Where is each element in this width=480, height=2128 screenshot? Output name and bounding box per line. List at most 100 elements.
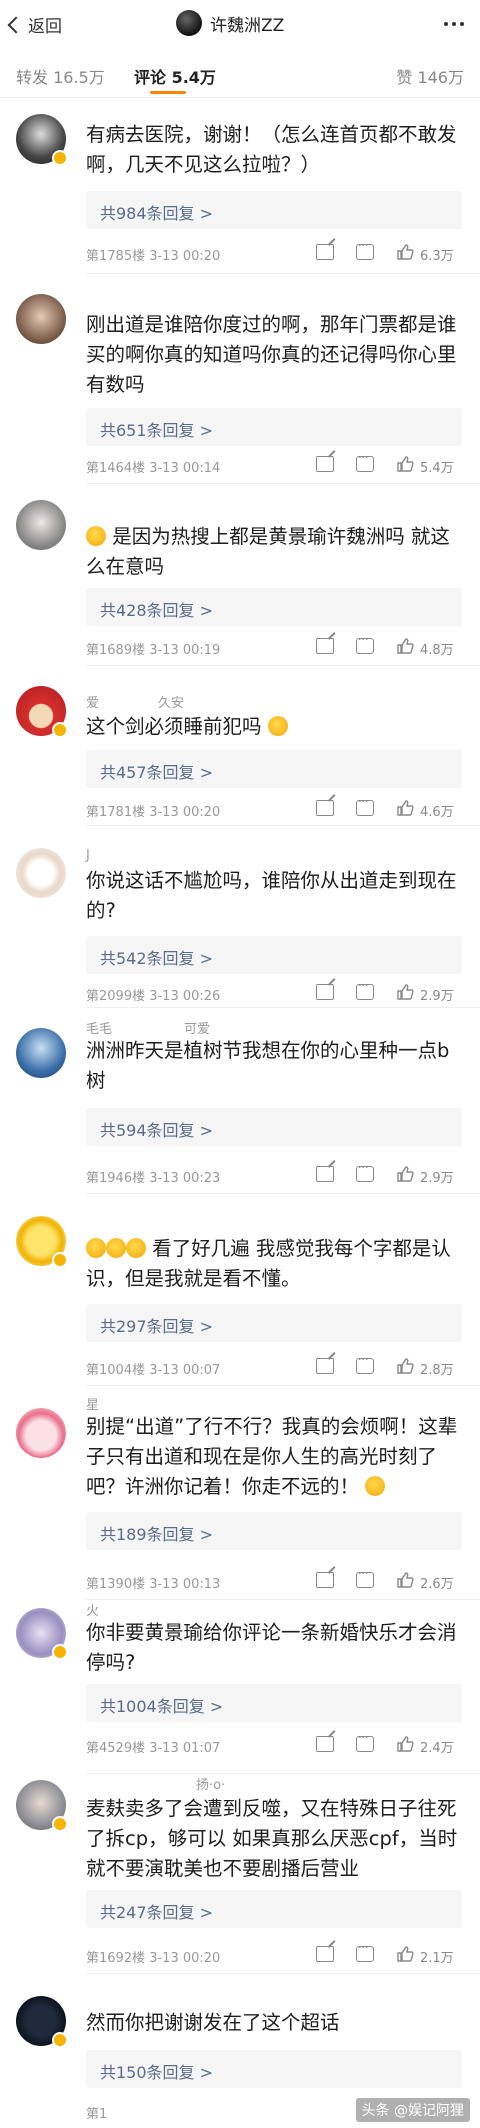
replies-button[interactable]: 共984条回复 > xyxy=(86,191,462,229)
tab-likes[interactable]: 赞 146万 xyxy=(396,64,464,88)
username-suffix: 扬·o· xyxy=(196,1778,226,1793)
like-icon[interactable] xyxy=(396,1945,414,1963)
username[interactable]: 毛毛 xyxy=(86,1018,112,1037)
share-icon[interactable] xyxy=(316,800,334,816)
like-icon[interactable] xyxy=(396,983,414,1001)
tab-repost[interactable]: 转发 16.5万 xyxy=(16,64,105,88)
like-icon[interactable] xyxy=(396,243,414,261)
comment-icon[interactable] xyxy=(356,1941,374,1962)
emoji-icon xyxy=(267,716,288,736)
comment-meta: 第1946楼 3-13 00:23 2.9万 xyxy=(86,1161,470,1186)
back-button[interactable]: 返回 xyxy=(7,12,62,37)
comment-text: 然而你把谢谢发在了这个超话 xyxy=(86,2011,340,2034)
comment-text: 麦麸卖多了会遭到反噬，又在特殊日子往死了拆cp，够可以 如果真那么厌恶cpf，当… xyxy=(86,1797,458,1880)
back-label: 返回 xyxy=(28,17,62,37)
username[interactable]: 爱 xyxy=(86,692,99,711)
replies-button[interactable]: 共542条回复 > xyxy=(86,936,462,974)
avatar[interactable] xyxy=(16,294,66,344)
share-icon[interactable] xyxy=(316,1166,334,1182)
username-suffix: 可爱 xyxy=(184,1022,211,1037)
comment-meta: 第1785楼 3-13 00:20 6.3万 xyxy=(86,239,470,264)
floor-time: 第1946楼 3-13 00:23 xyxy=(86,1171,221,1186)
replies-button[interactable]: 共651条回复 > xyxy=(86,408,462,446)
share-icon[interactable] xyxy=(316,638,334,654)
replies-button[interactable]: 共594条回复 > xyxy=(86,1108,462,1146)
replies-button[interactable]: 共1004条回复 > xyxy=(86,1684,462,1722)
comment-icon[interactable] xyxy=(356,633,374,654)
watermark: 头条 @娱记阿狸 xyxy=(355,2098,470,2122)
share-icon[interactable] xyxy=(316,244,334,260)
like-icon[interactable] xyxy=(396,1165,414,1183)
share-icon[interactable] xyxy=(316,1572,334,1588)
tab-comments[interactable]: 评论 5.4万 xyxy=(134,64,216,88)
comment-item: 看了好几遍 我感觉我每个字都是认识，但是我就是看不懂。 共297条回复 > 第1… xyxy=(0,1194,480,1386)
comment-meta: 第1689楼 3-13 00:19 4.8万 xyxy=(86,633,470,658)
comment-icon[interactable] xyxy=(356,451,374,472)
avatar[interactable] xyxy=(16,848,66,898)
like-icon[interactable] xyxy=(396,637,414,655)
share-icon[interactable] xyxy=(316,1736,334,1752)
comment-icon[interactable] xyxy=(356,1161,374,1182)
emoji-icon xyxy=(106,1238,126,1258)
username[interactable]: J xyxy=(86,848,90,863)
comment-item: 有病去医院，谢谢！（怎么连首页都不敢发啊，几天不见这么拉啦？） 共984条回复 … xyxy=(0,98,480,274)
replies-label: 共189条回复 > xyxy=(100,1525,214,1544)
share-icon[interactable] xyxy=(316,984,334,1000)
share-icon[interactable] xyxy=(316,456,334,472)
nav-bar: 返回 许魏洲ZZ xyxy=(0,0,480,50)
like-count: 2.6万 xyxy=(420,1577,454,1592)
replies-button[interactable]: 共150条回复 > xyxy=(86,2050,462,2088)
share-icon[interactable] xyxy=(316,1358,334,1374)
comment-text: 别提“出道”了行不行？我真的会烦啊！这辈子只有出道和现在是你人生的高光时刻了吧？… xyxy=(86,1415,458,1498)
replies-button[interactable]: 共297条回复 > xyxy=(86,1304,462,1342)
comment-text: 这个剑必须睡前犯吗 xyxy=(86,712,462,742)
comment-icon[interactable] xyxy=(356,979,374,1000)
like-icon[interactable] xyxy=(396,1735,414,1753)
account-name: 许魏洲ZZ xyxy=(210,15,285,36)
comment-icon[interactable] xyxy=(356,1567,374,1588)
comment-meta: 第1390楼 3-13 00:13 2.6万 xyxy=(86,1567,470,1592)
avatar xyxy=(176,10,202,36)
replies-label: 共1004条回复 > xyxy=(100,1697,224,1716)
like-icon[interactable] xyxy=(396,1357,414,1375)
comment-item: 扬·o· 麦麸卖多了会遭到反噬，又在特殊日子往死了拆cp，够可以 如果真那么厌恶… xyxy=(0,1774,480,1974)
like-count: 2.4万 xyxy=(420,1741,454,1756)
tab-bar: 转发 16.5万 评论 5.4万 赞 146万 xyxy=(0,50,480,98)
username[interactable]: 星 xyxy=(86,1394,99,1413)
floor-time: 第1390楼 3-13 00:13 xyxy=(86,1577,221,1592)
verified-badge-icon xyxy=(52,150,68,166)
replies-label: 共150条回复 > xyxy=(100,2063,214,2082)
like-icon[interactable] xyxy=(396,455,414,473)
replies-button[interactable]: 共247条回复 > xyxy=(86,1890,462,1928)
replies-label: 共651条回复 > xyxy=(100,421,214,440)
avatar[interactable] xyxy=(16,500,66,550)
more-dots-icon[interactable] xyxy=(444,22,464,26)
share-icon[interactable] xyxy=(316,1946,334,1962)
comment-item: 星 别提“出道”了行不行？我真的会烦啊！这辈子只有出道和现在是你人生的高光时刻了… xyxy=(0,1386,480,1600)
comment-icon[interactable] xyxy=(356,239,374,260)
comment-meta: 第2099楼 3-13 00:26 2.9万 xyxy=(86,979,470,1004)
like-icon[interactable] xyxy=(396,1571,414,1589)
replies-label: 共457条回复 > xyxy=(100,763,214,782)
avatar[interactable] xyxy=(16,1408,66,1458)
emoji-icon xyxy=(86,1238,106,1258)
replies-label: 共297条回复 > xyxy=(100,1317,214,1336)
username[interactable]: 火 xyxy=(86,1600,99,1619)
nav-title[interactable]: 许魏洲ZZ xyxy=(176,10,284,36)
replies-button[interactable]: 共457条回复 > xyxy=(86,750,462,788)
comment-text: 看了好几遍 我感觉我每个字都是认识，但是我就是看不懂。 xyxy=(86,1237,451,1290)
comment-icon[interactable] xyxy=(356,1353,374,1374)
like-count: 2.1万 xyxy=(420,1951,454,1966)
comment-icon[interactable] xyxy=(356,795,374,816)
avatar[interactable] xyxy=(16,1028,66,1078)
like-count: 2.9万 xyxy=(420,1171,454,1186)
replies-label: 共984条回复 > xyxy=(100,204,214,223)
replies-button[interactable]: 共189条回复 > xyxy=(86,1512,462,1550)
comment-icon[interactable] xyxy=(356,1731,374,1752)
username-suffix: 久安 xyxy=(158,696,185,711)
replies-button[interactable]: 共428条回复 > xyxy=(86,588,462,626)
comment-item: 爱 久安 这个剑必须睡前犯吗 共457条回复 > 第1781楼 3-13 00:… xyxy=(0,666,480,826)
verified-badge-icon xyxy=(52,1644,68,1660)
emoji-icon xyxy=(126,1238,146,1258)
like-icon[interactable] xyxy=(396,799,414,817)
